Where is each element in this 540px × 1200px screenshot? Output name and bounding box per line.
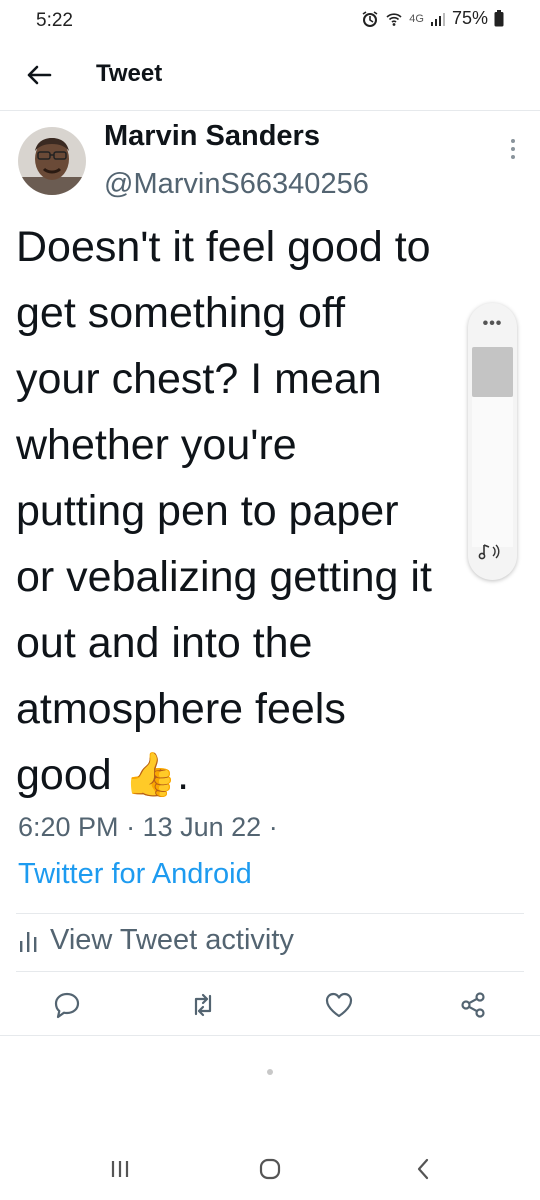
tweet-time: 6:20 PM — [18, 812, 119, 842]
floating-panel: ••• — [468, 303, 517, 580]
scroll-indicator — [267, 1069, 273, 1075]
author-handle[interactable]: @MarvinS66340256 — [104, 168, 369, 201]
battery-percent: 75% — [451, 8, 488, 28]
like-button[interactable] — [324, 990, 354, 1020]
panel-handle[interactable] — [472, 347, 513, 397]
author-name[interactable]: Marvin Sanders — [104, 120, 320, 153]
more-options-button[interactable] — [506, 136, 520, 162]
more-horizontal-icon[interactable]: ••• — [468, 315, 517, 333]
tweet-source-link[interactable]: Twitter for Android — [18, 858, 252, 891]
reply-icon — [54, 992, 80, 1019]
tweet-text-line: atmosphere feels — [16, 685, 346, 733]
recents-icon — [111, 1161, 129, 1177]
tweet-text-line: your chest? I mean — [16, 355, 382, 403]
tweet-date: 13 Jun 22 — [142, 812, 262, 842]
tweet-text-line: good 👍. — [16, 751, 190, 799]
wifi-icon — [385, 10, 403, 28]
divider — [0, 110, 540, 111]
retweet-icon — [194, 993, 212, 1017]
arrow-left-icon — [27, 65, 52, 85]
retweet-button[interactable] — [188, 990, 218, 1020]
divider — [16, 971, 524, 972]
page-title: Tweet — [96, 60, 163, 87]
alarm-icon — [361, 10, 379, 28]
analytics-icon — [20, 931, 37, 952]
view-tweet-activity-button[interactable]: View Tweet activity — [18, 924, 294, 957]
back-icon — [417, 1158, 429, 1180]
tweet-text-line: Doesn't it feel good to — [16, 223, 431, 271]
share-button[interactable] — [458, 990, 488, 1020]
signal-icon — [430, 11, 446, 27]
divider — [16, 913, 524, 914]
tweet-text-line: or vebalizing getting it — [16, 553, 432, 601]
like-icon — [325, 992, 353, 1018]
tweet-text-line: whether you're — [16, 421, 297, 469]
more-vertical-icon — [511, 139, 515, 159]
separator: · — [268, 812, 278, 842]
tweet-text-line: out and into the — [16, 619, 313, 667]
tweet-text-line: get something off — [16, 289, 346, 337]
battery-icon — [494, 10, 504, 27]
status-time: 5:22 — [36, 10, 73, 31]
avatar[interactable] — [18, 127, 86, 195]
share-icon — [461, 992, 485, 1018]
tweet-timestamp: 6:20 PM · 13 Jun 22 · — [18, 812, 278, 843]
music-note-icon[interactable] — [478, 541, 510, 567]
activity-label: View Tweet activity — [50, 924, 294, 956]
panel-body — [472, 397, 513, 547]
divider — [0, 1035, 540, 1036]
back-button[interactable] — [22, 58, 56, 92]
reply-button[interactable] — [52, 990, 82, 1020]
network-type: 4G — [409, 12, 424, 25]
recents-button[interactable] — [105, 1154, 135, 1184]
home-icon — [259, 1158, 281, 1180]
home-button[interactable] — [255, 1154, 285, 1184]
tweet-text-line: putting pen to paper — [16, 487, 399, 535]
tweet-text: Doesn't it feel good to get something of… — [16, 214, 524, 808]
separator: · — [126, 812, 136, 842]
nav-back-button[interactable] — [408, 1154, 438, 1184]
status-icons: 4G 75% — [361, 8, 504, 29]
